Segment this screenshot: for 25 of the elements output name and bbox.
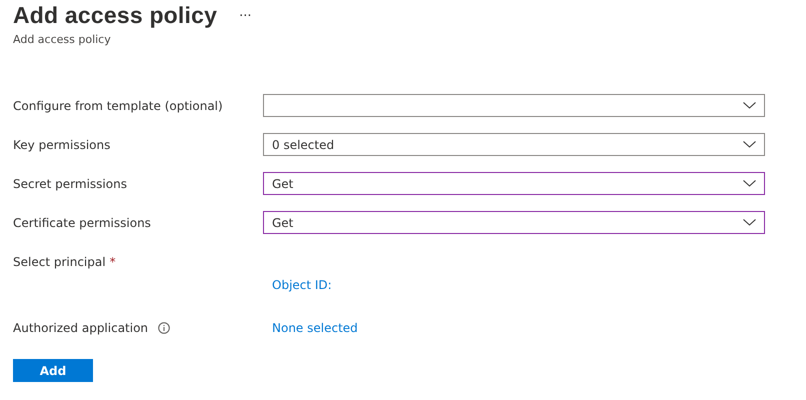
chevron-down-icon: [743, 219, 756, 226]
add-button[interactable]: Add: [13, 359, 93, 382]
dropdown[interactable]: [263, 94, 765, 117]
required-mark: *: [110, 254, 116, 268]
field-label: Key permissions: [13, 138, 112, 152]
field-label: Configure from template (optional): [13, 98, 224, 112]
more-button[interactable]: ...: [239, 4, 252, 20]
dropdown[interactable]: Get: [263, 172, 765, 195]
field-label: Secret permissions: [13, 176, 128, 190]
field-label: Authorized application: [13, 320, 148, 334]
none-selected-link[interactable]: None selected: [272, 320, 358, 334]
info-icon[interactable]: [158, 322, 170, 334]
dropdown[interactable]: Get: [263, 211, 765, 234]
dropdown-value: 0 selected: [272, 138, 334, 152]
dropdown-value: Get: [272, 216, 294, 230]
object-id-link[interactable]: Object ID:: [272, 278, 332, 292]
chevron-down-icon: [743, 141, 756, 148]
field-label: Certificate permissions: [13, 216, 152, 230]
page-subtitle: Add access policy: [13, 33, 112, 46]
dropdown[interactable]: 0 selected: [263, 133, 765, 156]
dropdown-value: Get: [272, 176, 294, 190]
page-title: Add access policy: [13, 2, 218, 28]
chevron-down-icon: [743, 102, 756, 109]
field-label: Select principal: [13, 254, 106, 268]
chevron-down-icon: [743, 180, 756, 187]
